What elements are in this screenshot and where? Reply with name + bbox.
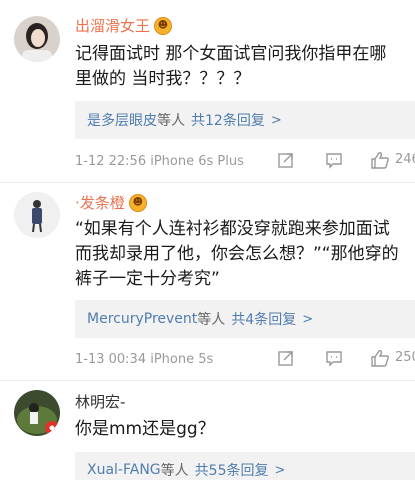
- like-count: 246: [395, 152, 415, 167]
- comment-icon[interactable]: [325, 349, 343, 367]
- comment-icon[interactable]: [325, 151, 343, 169]
- avatar[interactable]: [14, 390, 60, 436]
- comment-text: 你是mm还是gg？: [75, 419, 215, 439]
- reply-count[interactable]: 共55条回复: [195, 460, 269, 480]
- username[interactable]: 林明宏-: [75, 392, 125, 412]
- vip-badge-icon: ☻: [128, 194, 147, 212]
- replies-summary[interactable]: Xual-FANG 等人 共55条回复 >: [75, 452, 415, 480]
- timestamp: 1-12 22:56 iPhone 6s Plus: [75, 153, 244, 169]
- comment-item: 林明宏- 你是mm还是gg？ Xual-FANG 等人 共55条回复 >: [0, 380, 415, 480]
- comment-meta: 1-12 22:56 iPhone 6s Plus 246: [75, 151, 415, 171]
- like-icon[interactable]: [370, 151, 390, 169]
- reply-user-link[interactable]: Xual-FANG: [87, 462, 161, 478]
- chevron-right-icon: >: [270, 112, 282, 128]
- chevron-right-icon: >: [274, 462, 286, 478]
- share-icon[interactable]: [277, 349, 295, 367]
- comment-item: ·发条橙 ☻ “如果有个人连衬衫都没穿就跑来参加面试 而我却录用了他，你会怎么想…: [0, 182, 415, 372]
- timestamp: 1-13 00:34 iPhone 5s: [75, 351, 214, 367]
- share-icon[interactable]: [277, 151, 295, 169]
- comment-text: “如果有个人连衬衫都没穿就跑来参加面试 而我却录用了他，你会怎么想？”“那他穿的…: [75, 219, 399, 289]
- avatar[interactable]: [14, 16, 60, 62]
- like-count: 250: [395, 350, 415, 365]
- vip-badge-icon: ☻: [154, 17, 173, 35]
- reply-count[interactable]: 共12条回复: [191, 110, 265, 130]
- reply-connector: 等人: [160, 463, 189, 479]
- reply-user-link[interactable]: 是多层眼皮: [87, 110, 157, 130]
- like-icon[interactable]: [370, 349, 390, 367]
- chevron-right-icon: >: [302, 311, 314, 327]
- avatar[interactable]: [14, 192, 60, 238]
- reply-connector: 等人: [197, 312, 226, 328]
- comment-text: 记得面试时 那个女面试官问我你指甲在哪 里做的 当时我？？？？: [75, 44, 387, 89]
- comment-meta: 1-13 00:34 iPhone 5s 250: [75, 349, 415, 369]
- comment-item: 出溜滑女王 ☻ 记得面试时 那个女面试官问我你指甲在哪 里做的 当时我？？？？ …: [0, 0, 415, 180]
- reply-user-link[interactable]: MercuryPrevent: [87, 311, 197, 327]
- reply-connector: 等人: [157, 113, 185, 129]
- reply-count[interactable]: 共4条回复: [231, 309, 296, 329]
- replies-summary[interactable]: MercuryPrevent 等人 共4条回复 >: [75, 300, 415, 338]
- replies-summary[interactable]: 是多层眼皮 等人 共12条回复 >: [75, 101, 415, 139]
- username[interactable]: 出溜滑女王: [75, 16, 150, 36]
- username[interactable]: ·发条橙: [75, 193, 125, 213]
